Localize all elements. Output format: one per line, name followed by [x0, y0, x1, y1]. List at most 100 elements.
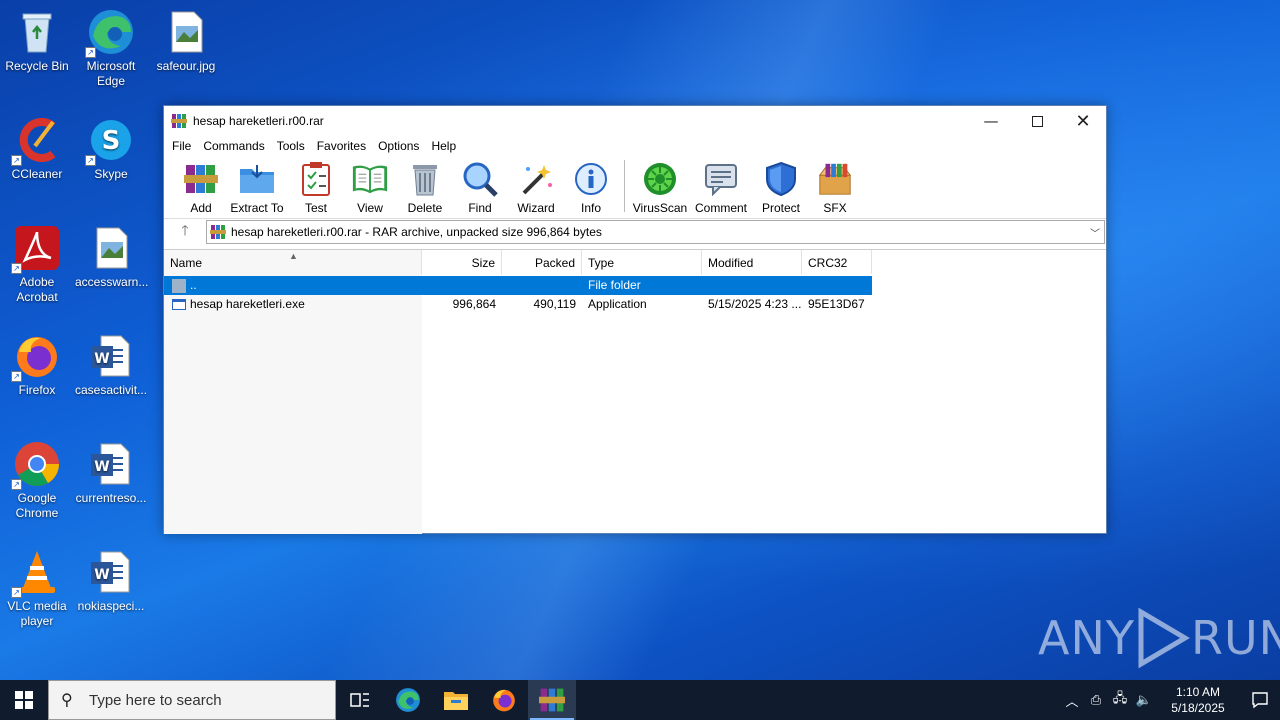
sfx-button[interactable]: SFX — [809, 160, 861, 215]
shortcut-arrow-icon: ↗ — [85, 47, 96, 58]
maximize-icon — [1031, 115, 1043, 127]
taskbar-clock[interactable]: 1:10 AM 5/18/2025 — [1160, 684, 1236, 716]
desktop-icon-label: currentreso... — [75, 491, 147, 505]
test-button[interactable]: Test — [290, 160, 342, 215]
anyrun-watermark: ANY RUN — [1038, 608, 1280, 668]
taskbar-winrar[interactable] — [528, 680, 576, 720]
desktop-icon-label: accesswarn... — [75, 275, 149, 289]
desktop-icon-label: casesactivit... — [75, 383, 148, 397]
sfx-box-icon — [816, 160, 854, 198]
firefox-icon: ↗ — [11, 332, 61, 382]
vlc-icon: ↗ — [11, 548, 61, 598]
rar-archive-icon — [210, 224, 226, 240]
maximize-button[interactable] — [1014, 106, 1060, 136]
menu-favorites[interactable]: Favorites — [311, 139, 372, 153]
column-header-packed[interactable]: Packed — [502, 250, 582, 274]
svg-text:S: S — [102, 126, 121, 156]
desktop-icon-skype[interactable]: S ↗ Skype — [75, 116, 147, 182]
comment-icon — [702, 160, 740, 198]
arrow-up-icon: 🡑 — [181, 222, 189, 239]
column-header-size[interactable]: Size — [422, 250, 502, 274]
desktop-icon-edge[interactable]: ↗ Microsoft Edge — [75, 8, 147, 89]
task-view-button[interactable] — [336, 680, 384, 720]
up-folder-button[interactable]: 🡑 — [164, 220, 206, 244]
column-header-crc32[interactable]: CRC32 — [802, 250, 872, 274]
address-field[interactable]: hesap hareketleri.r00.rar - RAR archive,… — [206, 219, 1105, 244]
desktop-icon-firefox[interactable]: ↗ Firefox — [1, 332, 73, 398]
desktop-icon-google-chrome[interactable]: ↗ Google Chrome — [1, 440, 73, 521]
windows-logo-icon — [15, 691, 33, 709]
virusscan-button[interactable]: VirusScan — [631, 160, 689, 215]
desktop-icon-label: Recycle Bin — [5, 59, 69, 73]
menu-tools[interactable]: Tools — [271, 139, 311, 153]
magnifier-icon — [461, 160, 499, 198]
desktop-icon-accesswarn[interactable]: accesswarn... — [75, 224, 149, 290]
desktop-icon-label: Microsoft Edge — [86, 59, 136, 88]
desktop-icon-recycle-bin[interactable]: Recycle Bin — [1, 8, 73, 74]
desktop-icon-label: Adobe Acrobat — [16, 275, 58, 304]
winrar-app-icon — [171, 113, 187, 129]
word-document-icon: W — [87, 440, 135, 488]
table-row[interactable]: hesap hareketleri.exe 996,864 490,119 Ap… — [164, 295, 872, 314]
minimize-button[interactable]: — — [968, 106, 1014, 136]
desktop-icon-casesactivit[interactable]: W casesactivit... — [75, 332, 147, 398]
add-button[interactable]: Add — [178, 160, 224, 215]
shortcut-arrow-icon: ↗ — [85, 155, 96, 166]
desktop-icon-currentreso[interactable]: W currentreso... — [75, 440, 147, 506]
notification-center-button[interactable] — [1240, 680, 1280, 720]
winrar-window: hesap hareketleri.r00.rar — ✕ File Comma… — [163, 105, 1107, 534]
desktop-icon-vlc[interactable]: ↗ VLC media player — [1, 548, 73, 629]
delete-button[interactable]: Delete — [398, 160, 452, 215]
menu-commands[interactable]: Commands — [197, 139, 270, 153]
info-icon — [572, 160, 610, 198]
system-tray: ︿ ⎙ 🖧 🔈 1:10 AM 5/18/2025 — [1060, 680, 1280, 720]
toolbar-separator — [624, 160, 625, 212]
menu-options[interactable]: Options — [372, 139, 425, 153]
find-button[interactable]: Find — [452, 160, 508, 215]
taskbar-edge[interactable] — [384, 680, 432, 720]
taskbar-search-box[interactable]: ⚲ Type here to search — [48, 680, 336, 720]
menu-file[interactable]: File — [166, 139, 197, 153]
network-icon[interactable]: ⎙ — [1084, 692, 1108, 708]
volume-icon[interactable]: 🔈 — [1132, 692, 1156, 708]
shortcut-arrow-icon: ↗ — [11, 371, 22, 382]
sort-ascending-icon: ▲ — [289, 251, 298, 261]
trash-icon — [406, 160, 444, 198]
wizard-button[interactable]: Wizard — [508, 160, 564, 215]
play-logo-icon — [1138, 608, 1190, 668]
taskbar-firefox[interactable] — [480, 680, 528, 720]
column-header-type[interactable]: Type — [582, 250, 702, 274]
start-button[interactable] — [0, 680, 48, 720]
search-icon: ⚲ — [61, 692, 73, 709]
info-button[interactable]: Info — [564, 160, 618, 215]
desktop-icon-adobe-acrobat[interactable]: ↗ Adobe Acrobat — [1, 224, 73, 305]
toolbar: Add Extract To Test View Delete Find Wiz… — [164, 156, 1106, 218]
word-document-icon: W — [87, 548, 135, 596]
desktop-icon-nokiaspeci[interactable]: W nokiaspeci... — [75, 548, 147, 614]
extract-to-button[interactable]: Extract To — [224, 160, 290, 215]
menu-help[interactable]: Help — [425, 139, 462, 153]
ethernet-icon[interactable]: 🖧 — [1108, 689, 1132, 711]
title-bar[interactable]: hesap hareketleri.r00.rar — ✕ — [164, 106, 1106, 136]
desktop-icon-ccleaner[interactable]: ↗ CCleaner — [1, 116, 73, 182]
skype-icon: S ↗ — [85, 116, 135, 166]
desktop-icon-safeour[interactable]: safeour.jpg — [150, 8, 222, 74]
test-clipboard-icon — [297, 160, 335, 198]
desktop-icon-label: CCleaner — [11, 167, 63, 181]
column-header-modified[interactable]: Modified — [702, 250, 802, 274]
taskbar: ⚲ Type here to search ︿ ⎙ 🖧 🔈 1:10 AM 5/… — [0, 680, 1280, 720]
chevron-down-icon[interactable]: ﹀ — [1090, 225, 1100, 240]
table-row[interactable]: .. File folder — [164, 276, 872, 295]
comment-button[interactable]: Comment — [689, 160, 753, 215]
desktop-icon-label: nokiaspeci... — [77, 599, 145, 613]
ccleaner-icon: ↗ — [11, 116, 61, 166]
firefox-icon — [493, 689, 515, 712]
shortcut-arrow-icon: ↗ — [11, 587, 22, 598]
close-button[interactable]: ✕ — [1060, 106, 1106, 136]
column-header-name[interactable]: Name ▲ — [164, 250, 422, 274]
chevron-up-icon[interactable]: ︿ — [1060, 691, 1084, 710]
view-button[interactable]: View — [342, 160, 398, 215]
taskbar-file-explorer[interactable] — [432, 680, 480, 720]
protect-button[interactable]: Protect — [753, 160, 809, 215]
shortcut-arrow-icon: ↗ — [11, 479, 22, 490]
